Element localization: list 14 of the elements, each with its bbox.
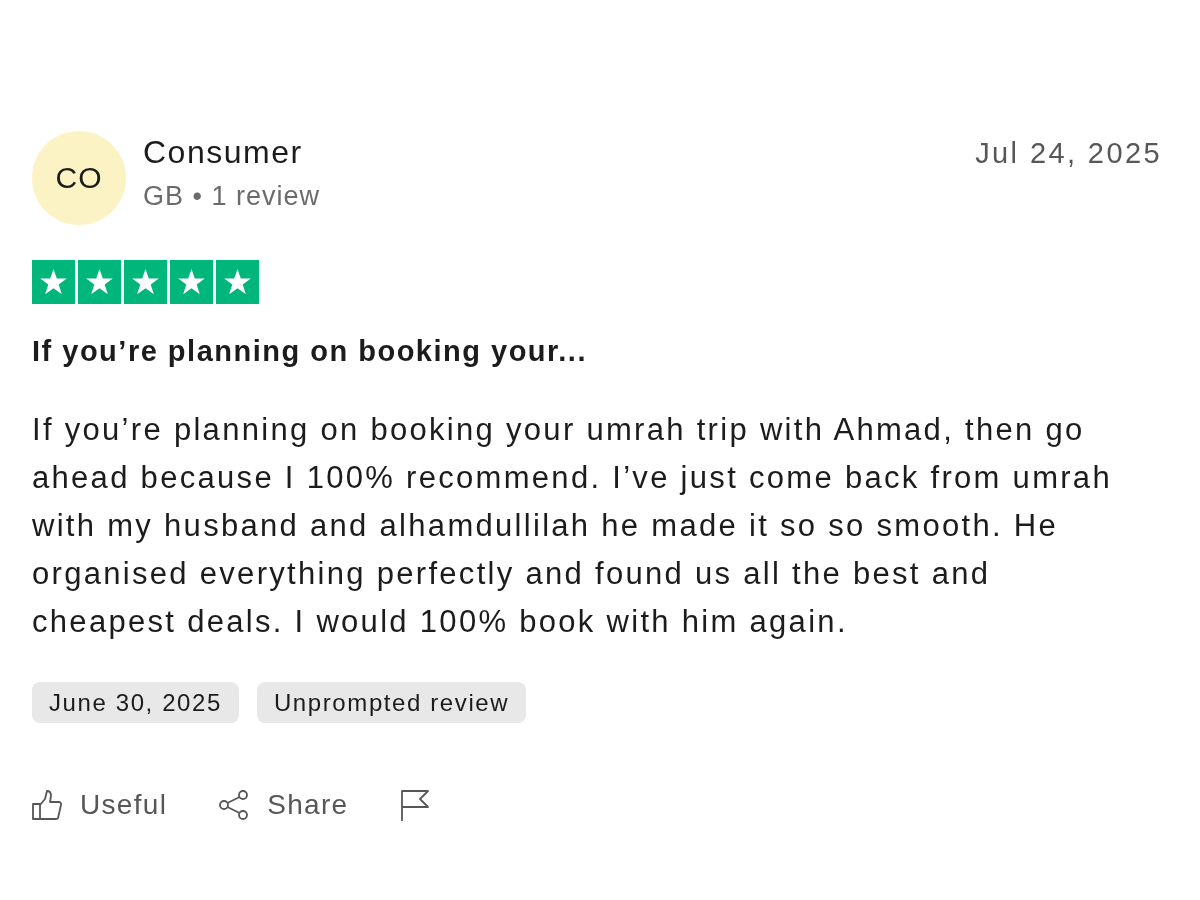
reviewer-meta: GB • 1 review	[143, 180, 320, 212]
reviewer-name: Consumer	[143, 133, 303, 172]
report-button[interactable]	[400, 789, 431, 821]
review-tag: Unprompted review	[256, 682, 527, 723]
share-icon	[219, 789, 250, 821]
review-title: If you’re planning on booking your...	[32, 334, 587, 369]
review-date: Jul 24, 2025	[975, 136, 1162, 171]
review-tag: June 30, 2025	[32, 682, 239, 723]
review-text: If you’re planning on booking your umrah trip with Ahmad, then go ahead because I 100% recommend. I’ve just come back from umrah with my husband and alhamdullilah he made it so so smooth. He organised everything perfectly and found us all the best and cheapest deals. I would 100% book with him again.	[32, 411, 1113, 641]
useful-button[interactable]: Useful	[32, 789, 168, 821]
share-button[interactable]: Share	[219, 789, 349, 821]
flag-icon	[400, 789, 431, 821]
thumbs-up-icon	[32, 789, 62, 821]
avatar-initials: CO	[32, 131, 126, 225]
